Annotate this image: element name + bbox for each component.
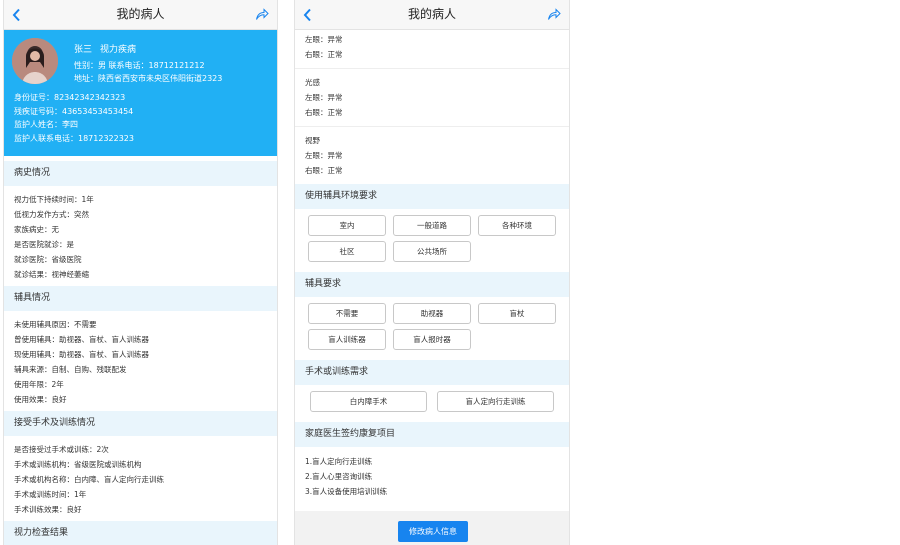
share-icon[interactable] xyxy=(255,8,269,21)
option-chip[interactable]: 一般道路 xyxy=(393,215,471,236)
list-item: 左眼：异常 xyxy=(305,151,343,160)
section-header-exam: 视力检查结果 xyxy=(4,521,277,545)
section-header-surgery-needs: 手术或训练需求 xyxy=(295,360,569,385)
exam-group-label: 视野 xyxy=(305,136,320,145)
nav-bar: 我的病人 xyxy=(4,0,277,30)
family-doctor-list: 1.盲人定向行走训练 2.盲人心里咨询训练 3.盲人设备使用培训训练 xyxy=(295,447,569,505)
list-item: 是否医院就诊：是 xyxy=(14,240,74,249)
section-header-environment: 使用辅具环境要求 xyxy=(295,184,569,209)
patient-profile-screen: 我的病人 张三 视力疾病 性别：男 联系电话：18712121212 地址：陕西省… xyxy=(3,0,278,545)
surgery-list: 是否接受过手术或训练：2次 手术或训练机构：省级医院或训练机构 手术或机构名称：… xyxy=(4,436,277,521)
list-item: 曾使用辅具：助视器、盲杖、盲人训练器 xyxy=(14,335,149,344)
option-chip[interactable]: 盲人定向行走训练 xyxy=(437,391,554,412)
list-item: 现使用辅具：助视器、盲杖、盲人训练器 xyxy=(14,350,149,359)
list-item: 就诊结果：视神经萎缩 xyxy=(14,270,89,279)
guardian-name: 监护人姓名：李四 xyxy=(14,120,78,129)
list-item: 视力低下持续时间：1年 xyxy=(14,195,94,204)
list-item: 家族病史：无 xyxy=(14,225,59,234)
option-chip[interactable]: 社区 xyxy=(308,241,386,262)
list-item: 使用效果：良好 xyxy=(14,395,67,404)
edit-patient-button[interactable]: 修改病人信息 xyxy=(398,521,468,542)
environment-options: 室内 一般道路 各种环境社区 公共场所 xyxy=(295,209,569,272)
list-item: 右眼：正常 xyxy=(305,108,343,117)
list-item: 未使用辅具原因：不需要 xyxy=(14,320,97,329)
section-header-aids: 辅具情况 xyxy=(4,286,277,311)
exam-group-light-sense: 光感 左眼：异常 右眼：正常 xyxy=(295,69,569,127)
exam-group-visual-field: 视野 左眼：异常 右眼：正常 xyxy=(295,127,569,184)
option-chip[interactable]: 各种环境 xyxy=(478,215,556,236)
patient-requirements-screen: 我的病人 左眼：异常 右眼：正常 光感 左眼：异常 右眼：正常 视野 左眼：异常… xyxy=(294,0,570,545)
share-icon[interactable] xyxy=(547,8,561,21)
id-card-number: 身份证号：82342342342323 xyxy=(14,93,126,102)
guardian-phone: 监护人联系电话：18712322323 xyxy=(14,133,134,143)
option-chip[interactable]: 助视器 xyxy=(393,303,471,324)
option-chip[interactable]: 盲人训练器 xyxy=(308,329,386,350)
list-item: 手术训练效果：良好 xyxy=(14,505,82,514)
list-item: 2.盲人心里咨询训练 xyxy=(305,472,373,481)
patient-name: 张三 xyxy=(74,45,93,55)
aid-requirement-options: 不需要 助视器 盲杖盲人训练器 盲人报时器 xyxy=(295,297,569,360)
section-header-aid-requirements: 辅具要求 xyxy=(295,272,569,297)
surgery-need-options: 白内障手术 盲人定向行走训练 xyxy=(295,385,569,422)
section-header-surgery: 接受手术及训练情况 xyxy=(4,411,277,436)
patient-disease: 视力疾病 xyxy=(100,45,137,55)
section-header-history: 病史情况 xyxy=(4,161,277,186)
list-item: 右眼：正常 xyxy=(305,166,343,175)
list-item: 左眼：异常 xyxy=(305,93,343,102)
footer-bar: 修改病人信息 xyxy=(295,511,569,545)
scroll-content[interactable]: 左眼：异常 右眼：正常 光感 左眼：异常 右眼：正常 视野 左眼：异常 右眼：正… xyxy=(295,30,569,505)
exam-group-partial: 左眼：异常 右眼：正常 xyxy=(295,30,569,69)
list-item: 辅具来源：自制、自购、残联配发 xyxy=(14,365,127,374)
avatar xyxy=(12,38,58,84)
list-item: 右眼：正常 xyxy=(305,50,343,59)
list-item: 手术或机构名称：白内障、盲人定向行走训练 xyxy=(14,475,164,484)
patient-id-block: 身份证号：82342342342323 残疾证号码：43653453453454… xyxy=(14,91,134,145)
page-title: 我的病人 xyxy=(116,7,165,21)
list-item: 手术或训练机构：省级医院或训练机构 xyxy=(14,460,142,469)
history-list: 视力低下持续时间：1年 低视力发作方式：突然 家族病史：无 是否医院就诊：是 就… xyxy=(4,186,277,286)
list-item: 左眼：异常 xyxy=(305,35,343,44)
disability-card-number: 残疾证号码：43653453453454 xyxy=(14,106,134,116)
aids-list: 未使用辅具原因：不需要 曾使用辅具：助视器、盲杖、盲人训练器 现使用辅具：助视器… xyxy=(4,311,277,411)
list-item: 1.盲人定向行走训练 xyxy=(305,457,373,466)
exam-group-label: 光感 xyxy=(305,78,320,87)
patient-profile-card: 张三 视力疾病 性别：男 联系电话：18712121212 地址：陕西省西安市未央… xyxy=(4,30,277,156)
patient-address: 地址：陕西省西安市未央区伟阳街道2323 xyxy=(74,74,223,83)
option-chip[interactable]: 盲杖 xyxy=(478,303,556,324)
list-item: 低视力发作方式：突然 xyxy=(14,210,89,219)
list-item: 就诊医院：省级医院 xyxy=(14,255,82,264)
option-chip[interactable]: 公共场所 xyxy=(393,241,471,262)
option-chip[interactable]: 白内障手术 xyxy=(310,391,427,412)
patient-gender-phone: 性别：男 联系电话：18712121212 xyxy=(74,61,205,70)
section-header-family-doctor: 家庭医生签约康复项目 xyxy=(295,422,569,447)
list-item: 是否接受过手术或训练：2次 xyxy=(14,445,109,454)
list-item: 使用年限：2年 xyxy=(14,380,64,389)
option-chip[interactable]: 室内 xyxy=(308,215,386,236)
nav-bar: 我的病人 xyxy=(295,0,569,30)
list-item: 手术或训练时间：1年 xyxy=(14,490,87,499)
patient-name-line: 张三 视力疾病 xyxy=(74,42,144,55)
page-title: 我的病人 xyxy=(407,7,456,21)
option-chip[interactable]: 盲人报时器 xyxy=(393,329,471,350)
option-chip[interactable]: 不需要 xyxy=(308,303,386,324)
list-item: 3.盲人设备使用培训训练 xyxy=(305,487,388,496)
